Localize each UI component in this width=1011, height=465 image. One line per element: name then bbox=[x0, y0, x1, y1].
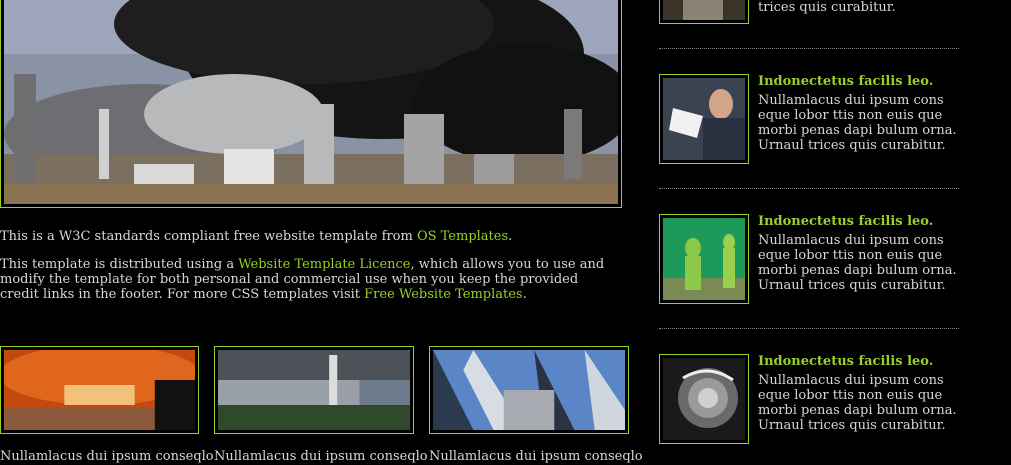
sidebar-thumb-figures[interactable] bbox=[659, 214, 749, 304]
sidebar-item: Indonectetus facilis leo. Nullamlacus du… bbox=[659, 214, 959, 306]
gallery-thumb-glass[interactable] bbox=[429, 346, 629, 434]
sidebar-divider bbox=[659, 328, 959, 329]
sidebar-item-title[interactable]: Indonectetus facilis leo. bbox=[758, 354, 958, 369]
gallery-caption-2: Nullamlacus dui ipsum conseqlo bbox=[214, 449, 428, 464]
sidebar-thumb-partial[interactable] bbox=[659, 0, 749, 24]
intro-text-end: . bbox=[522, 287, 527, 302]
sidebar-item-body: trices quis curabitur. bbox=[758, 0, 896, 15]
sidebar-item: Indonectetus facilis leo. Nullamlacus du… bbox=[659, 74, 959, 166]
os-templates-link[interactable]: OS Templates bbox=[417, 229, 508, 244]
sidebar-item-body: Nullamlacus dui ipsum cons eque lobor tt… bbox=[758, 373, 957, 433]
sidebar-item-body: Nullamlacus dui ipsum cons eque lobor tt… bbox=[758, 93, 957, 153]
gallery-thumb-corridor[interactable] bbox=[0, 346, 199, 434]
sidebar-item: Indonectetus facilis leo. Nullamlacus du… bbox=[659, 354, 959, 446]
intro-text-end: . bbox=[508, 229, 513, 244]
free-website-templates-link[interactable]: Free Website Templates bbox=[364, 287, 522, 302]
sidebar-item-title[interactable]: Indonectetus facilis leo. bbox=[758, 74, 958, 89]
sidebar-divider bbox=[659, 188, 959, 189]
sidebar-thumb-rose[interactable] bbox=[659, 354, 749, 444]
website-template-licence-link[interactable]: Website Template Licence bbox=[238, 257, 410, 272]
sidebar-item-partial: trices quis curabitur. bbox=[659, 0, 959, 24]
intro-paragraph-1: This is a W3C standards compliant free w… bbox=[0, 229, 612, 244]
hero-image bbox=[4, 0, 618, 204]
intro-paragraph-2: This template is distributed using a Web… bbox=[0, 257, 612, 302]
gallery-thumb-building[interactable] bbox=[214, 346, 414, 434]
sidebar-item-title[interactable]: Indonectetus facilis leo. bbox=[758, 214, 958, 229]
gallery-caption-1: Nullamlacus dui ipsum conseqlo bbox=[0, 449, 214, 464]
intro-text: This template is distributed using a bbox=[0, 257, 239, 272]
hero-image-frame bbox=[0, 0, 622, 208]
sidebar-divider bbox=[659, 48, 959, 49]
gallery-caption-3: Nullamlacus dui ipsum conseqlo bbox=[429, 449, 643, 464]
sidebar-thumb-meeting[interactable] bbox=[659, 74, 749, 164]
sidebar-item-body: Nullamlacus dui ipsum cons eque lobor tt… bbox=[758, 233, 957, 293]
intro-text: This is a W3C standards compliant free w… bbox=[0, 229, 417, 244]
